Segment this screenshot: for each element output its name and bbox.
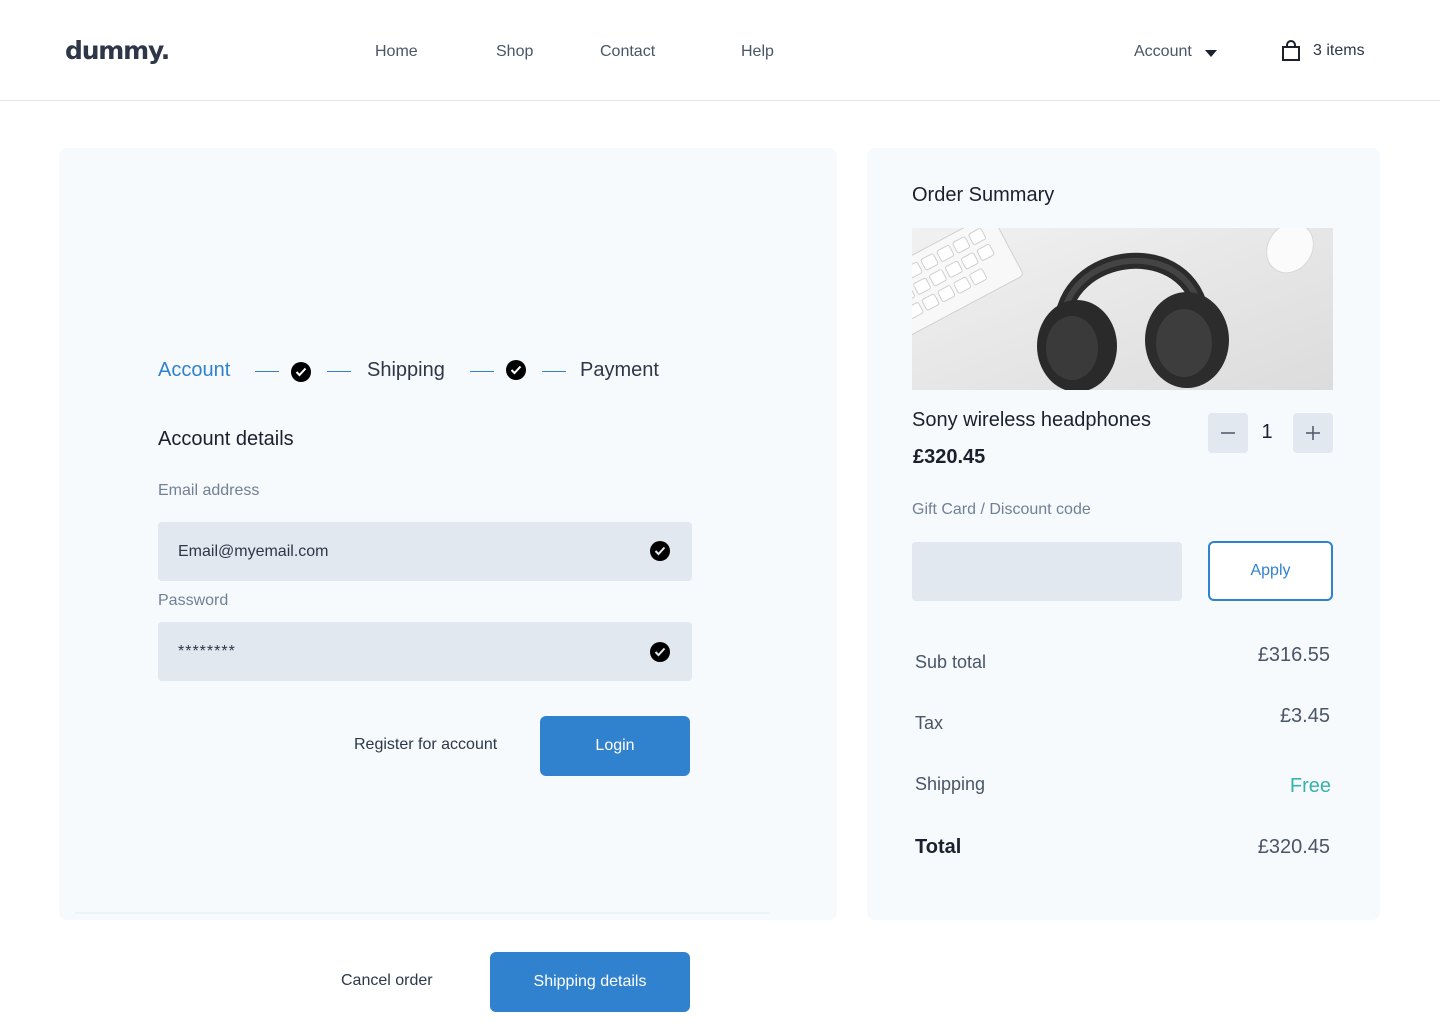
total-label: Total: [915, 836, 962, 858]
cart-count: 3 items: [1313, 42, 1365, 59]
discount-code-input[interactable]: [912, 542, 1182, 601]
product-price: £320.45: [913, 446, 986, 468]
total-value: £320.45: [1257, 836, 1330, 858]
step-connector: [255, 371, 279, 372]
email-value: Email@myemail.com: [178, 542, 329, 560]
minus-icon: [1221, 432, 1235, 434]
nav-home-link[interactable]: Home: [375, 43, 418, 61]
nav-shop-link[interactable]: Shop: [496, 43, 533, 61]
quantity-value: 1: [1261, 421, 1273, 443]
password-field[interactable]: ********: [158, 622, 692, 681]
email-field[interactable]: Email@myemail.com: [158, 522, 692, 581]
discount-code-label: Gift Card / Discount code: [912, 501, 1091, 518]
nav-contact-link[interactable]: Contact: [600, 43, 655, 61]
product-image: [912, 228, 1333, 390]
tax-label: Tax: [915, 713, 944, 733]
email-valid-check-icon: [650, 541, 670, 561]
login-button[interactable]: Login: [540, 716, 690, 776]
cart-button[interactable]: 3 items: [1281, 40, 1365, 62]
step-connector: [470, 371, 494, 372]
step-payment[interactable]: Payment: [580, 359, 659, 382]
password-label: Password: [158, 592, 229, 609]
email-label: Email address: [158, 482, 260, 499]
decrease-quantity-button[interactable]: [1208, 413, 1248, 453]
password-valid-check-icon: [650, 642, 670, 662]
subtotal-label: Sub total: [915, 652, 987, 672]
shipping-label: Shipping: [915, 774, 986, 794]
shopping-bag-icon: [1282, 40, 1300, 61]
register-link[interactable]: Register for account: [354, 736, 497, 754]
divider: [75, 912, 770, 914]
step-shipping[interactable]: Shipping: [367, 359, 445, 382]
tax-value: £3.45: [1279, 705, 1330, 727]
subtotal-value: £316.55: [1257, 644, 1330, 666]
password-value: ********: [178, 642, 236, 660]
step-connector: [327, 371, 351, 372]
caret-down-icon: [1204, 49, 1217, 57]
step-complete-check-icon: [291, 362, 311, 382]
account-dropdown[interactable]: Account: [1134, 43, 1217, 61]
increase-quantity-button[interactable]: [1293, 413, 1333, 453]
step-account[interactable]: Account: [158, 359, 230, 382]
plus-icon: [1306, 426, 1320, 440]
account-details-heading: Account details: [158, 428, 294, 450]
apply-discount-button[interactable]: Apply: [1208, 541, 1333, 601]
cancel-order-link[interactable]: Cancel order: [341, 972, 433, 990]
nav-help-link[interactable]: Help: [741, 43, 774, 61]
order-summary-heading: Order Summary: [912, 184, 1055, 206]
step-connector: [542, 371, 566, 372]
step-complete-check-icon: [506, 360, 526, 380]
top-navigation-bar: dummy. Home Shop Contact Help Account 3 …: [0, 0, 1440, 101]
account-dropdown-label: Account: [1134, 43, 1192, 60]
shipping-value: Free: [1289, 775, 1331, 797]
logo[interactable]: dummy.: [65, 36, 170, 65]
shipping-details-button[interactable]: Shipping details: [490, 952, 690, 1012]
product-name: Sony wireless headphones: [912, 409, 1152, 431]
